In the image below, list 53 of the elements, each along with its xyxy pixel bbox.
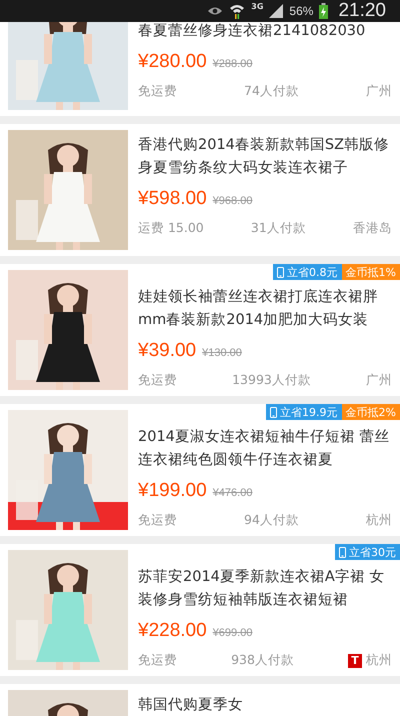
product-title: 苏菲安2014夏季新款连衣裙A字裙 女装修身雪纺短袖韩版连衣裙短裙 xyxy=(138,568,386,610)
sales-count: 938人付款 xyxy=(231,652,294,669)
shipping-fee: 免运费 xyxy=(138,652,177,669)
product-title: 韩国代购夏季女 xyxy=(138,696,244,715)
phone-icon xyxy=(277,266,284,278)
product-title: 春夏蕾丝修身连衣裙2141082030 xyxy=(138,22,366,41)
sales-count: 94人付款 xyxy=(244,512,299,529)
product-title: 娃娃领长袖蕾丝连衣裙打底连衣裙胖mm春装新款2014加肥加大码女装 xyxy=(138,288,379,330)
mobile-discount-tag: 立省30元 xyxy=(335,544,400,560)
product-price: ¥199.00 xyxy=(138,480,207,502)
shipping-fee: 运费 15.00 xyxy=(138,220,204,237)
seller-location: 杭州 xyxy=(366,512,392,529)
shipping-fee: 免运费 xyxy=(138,512,177,529)
wifi-icon xyxy=(229,3,246,19)
original-price: ¥968.00 xyxy=(212,195,252,207)
seller-location: 香港岛 xyxy=(352,220,392,237)
mobile-discount-tag: 立省19.9元 xyxy=(266,404,342,420)
coin-discount-tag: 金币抵2% xyxy=(342,404,400,420)
product-price: ¥280.00 xyxy=(138,51,207,73)
product-title: 香港代购2014春装新款韩国SZ韩版修身夏雪纺条纹大码女装连衣裙子 xyxy=(138,136,390,178)
sales-count: 13993人付款 xyxy=(232,372,311,389)
seller-location: 广州 xyxy=(366,83,392,100)
network-type: 3G xyxy=(251,2,264,11)
phone-icon xyxy=(339,546,346,558)
signal-icon xyxy=(269,4,284,18)
clock: 21:20 xyxy=(338,0,386,22)
phone-icon xyxy=(270,406,278,418)
product-card[interactable]: 立省19.9元 金币抵2% 2014夏淑女连衣裙短袖牛仔短裙 蕾丝连衣裙纯色圆领牛仔连衣裙夏 ¥199.00 ¥476.00 免运费 94人付款 杭州 xyxy=(0,404,400,536)
battery-percent: 56% xyxy=(289,4,314,18)
original-price: ¥130.00 xyxy=(202,347,242,359)
shipping-fee: 免运费 xyxy=(138,83,177,100)
product-card[interactable]: 春夏蕾丝修身连衣裙2141082030 ¥280.00 ¥288.00 免运费 74人付款 广州 xyxy=(0,22,400,116)
original-price: ¥288.00 xyxy=(212,58,252,70)
product-card[interactable]: 立省30元 苏菲安2014夏季新款连衣裙A字裙 女装修身雪纺短袖韩版连衣裙短裙 ¥228.00 ¥699.00 免运费 938人付款 T 杭州 xyxy=(0,544,400,676)
seller-location: 杭州 xyxy=(366,652,392,669)
sales-count: 31人付款 xyxy=(250,220,306,237)
shipping-fee: 免运费 xyxy=(138,372,177,389)
eye-icon xyxy=(207,6,224,16)
mobile-discount-tag: 立省0.8元 xyxy=(273,264,342,280)
coin-discount-tag: 金币抵1% xyxy=(342,264,400,280)
original-price: ¥699.00 xyxy=(212,627,252,639)
product-card[interactable]: 立省0.8元 金币抵1% 娃娃领长袖蕾丝连衣裙打底连衣裙胖mm春装新款2014加肥加大码女装 ¥39.00 ¥130.00 免运费 13993人付款 广州 xyxy=(0,264,400,396)
sales-count: 74人付款 xyxy=(244,83,299,100)
product-price: ¥39.00 xyxy=(138,340,196,362)
product-card[interactable]: 韩国代购夏季女 xyxy=(0,684,400,716)
original-price: ¥476.00 xyxy=(212,487,252,499)
product-price: ¥228.00 xyxy=(138,620,207,642)
product-title: 2014夏淑女连衣裙短袖牛仔短裙 蕾丝连衣裙纯色圆领牛仔连衣裙夏 xyxy=(138,428,391,470)
product-card[interactable]: 香港代购2014春装新款韩国SZ韩版修身夏雪纺条纹大码女装连衣裙子 ¥598.00 ¥968.00 运费 15.00 31人付款 香港岛 xyxy=(0,124,400,256)
seller-location: 广州 xyxy=(366,372,392,389)
product-price: ¥598.00 xyxy=(138,188,207,210)
battery-charging-icon xyxy=(319,3,328,19)
store-badge: T xyxy=(348,654,362,668)
